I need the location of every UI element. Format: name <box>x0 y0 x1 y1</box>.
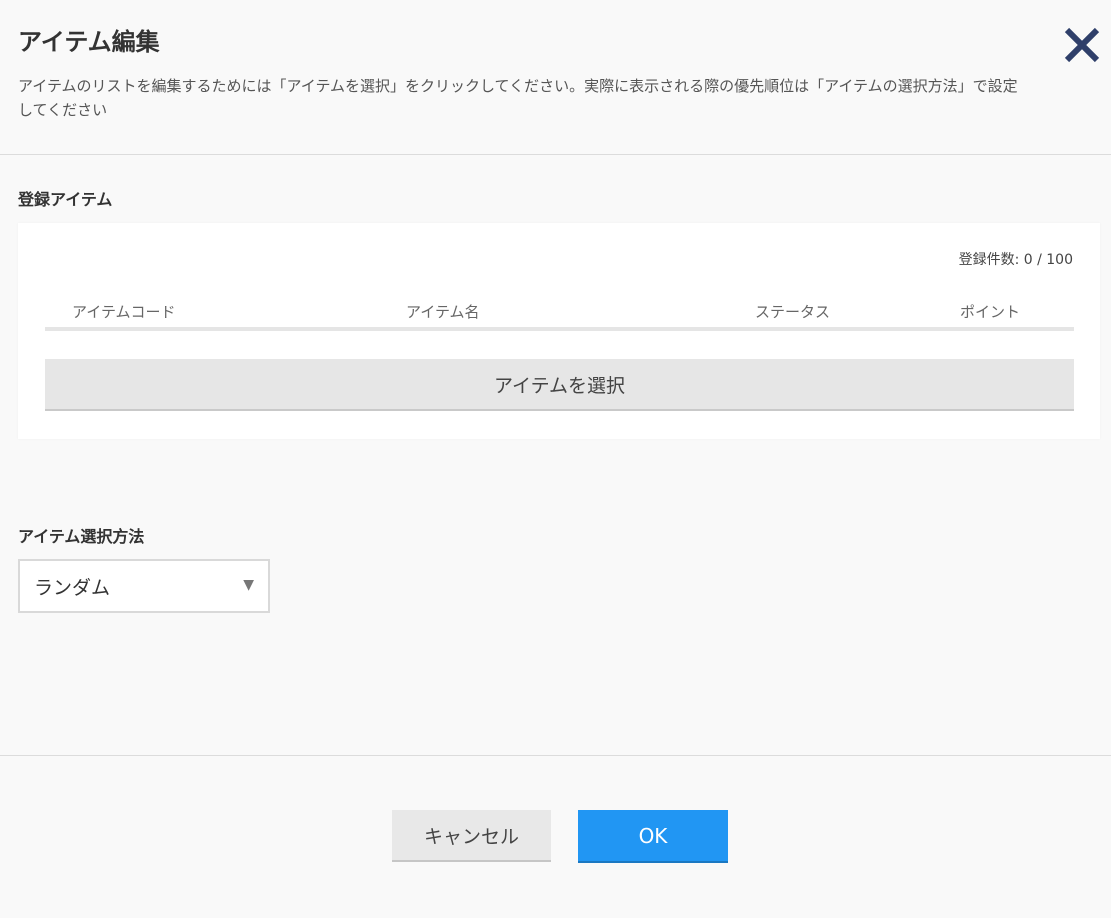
page-title: アイテム編集 <box>18 28 160 56</box>
dialog-header: アイテム編集 アイテムのリストを編集するためには「アイテムを選択」をクリックして… <box>0 0 1111 155</box>
triangle-down-icon: ▼ <box>243 577 254 593</box>
column-item-name: アイテム名 <box>406 303 480 321</box>
selection-method-label: アイテム選択方法 <box>18 527 145 546</box>
close-button[interactable] <box>1063 26 1101 64</box>
column-point: ポイント <box>960 303 1021 321</box>
ok-button[interactable]: OK <box>578 810 728 863</box>
registered-items-label: 登録アイテム <box>18 190 113 209</box>
close-icon <box>1064 27 1100 63</box>
selection-method-select[interactable]: ランダム ▼ <box>18 559 270 613</box>
registered-items-card: 登録件数: 0 / 100 アイテムコード アイテム名 ステータス ポイント ア… <box>18 223 1100 439</box>
column-status: ステータス <box>755 303 831 321</box>
dialog-description: アイテムのリストを編集するためには「アイテムを選択」をクリックしてください。実際… <box>18 77 1018 119</box>
column-item-code: アイテムコード <box>72 303 176 321</box>
registered-count: 登録件数: 0 / 100 <box>958 252 1073 268</box>
footer-divider <box>0 755 1111 756</box>
selection-method-value: ランダム <box>34 577 111 599</box>
cancel-button[interactable]: キャンセル <box>392 810 551 862</box>
select-items-button[interactable]: アイテムを選択 <box>45 359 1074 411</box>
items-table-header: アイテムコード アイテム名 ステータス ポイント <box>45 299 1074 331</box>
